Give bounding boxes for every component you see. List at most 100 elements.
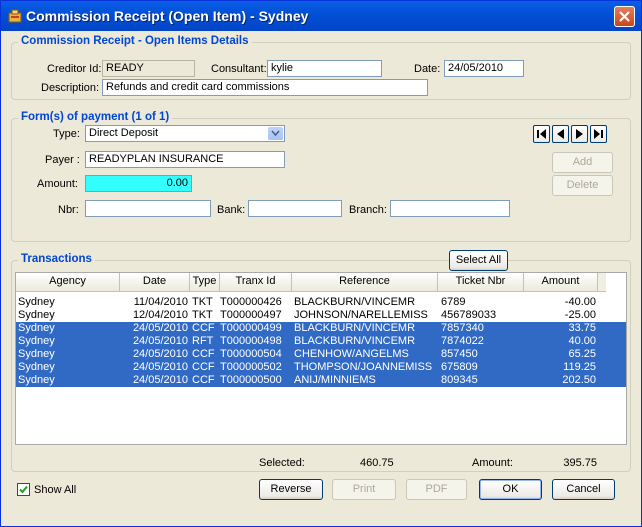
type-select[interactable]: Direct Deposit (85, 125, 285, 142)
cell-date: 24/05/2010 (132, 335, 188, 347)
table-row[interactable]: Sydney 24/05/2010 CCF T000000499 BLACKBURN/V… (16, 322, 626, 335)
amount-field[interactable]: 0.00 (85, 175, 192, 192)
amount-label: Amount: (37, 178, 78, 190)
cell-date: 24/05/2010 (132, 361, 188, 373)
print-button[interactable]: Print (332, 479, 396, 500)
previous-payment-button[interactable] (552, 125, 569, 143)
cell-ticket: 857450 (441, 348, 478, 360)
nbr-field[interactable] (85, 200, 211, 217)
cell-date: 11/04/2010 (133, 296, 188, 308)
next-icon (576, 129, 583, 139)
last-payment-button[interactable] (590, 125, 607, 143)
ok-button[interactable]: OK (479, 479, 542, 500)
cell-ticket: 7874022 (441, 335, 484, 347)
details-group-title: Commission Receipt - Open Items Details (18, 35, 252, 47)
payment-group-title: Form(s) of payment (1 of 1) (18, 111, 173, 123)
cell-reference: BLACKBURN/VINCEMR (294, 296, 416, 308)
amount-total-value: 395.75 (563, 457, 597, 469)
selected-total-value: 460.75 (360, 457, 394, 469)
delete-payment-button[interactable]: Delete (552, 175, 613, 196)
cell-reference: BLACKBURN/VINCEMR (294, 335, 416, 347)
cell-amount: 119.25 (563, 361, 596, 373)
show-all-checkbox[interactable] (17, 483, 30, 496)
cell-type: CCF (192, 348, 215, 360)
cell-tranx-id: T000000502 (220, 361, 282, 373)
close-button[interactable] (614, 6, 635, 27)
cell-amount: 65.25 (568, 348, 596, 360)
bank-field[interactable] (248, 200, 342, 217)
cancel-button[interactable]: Cancel (552, 479, 615, 500)
table-row[interactable]: Sydney 24/05/2010 CCF T000000504 CHENHOW/ANG… (16, 348, 626, 361)
cell-date: 24/05/2010 (132, 348, 188, 360)
description-label: Description: (41, 82, 100, 94)
transactions-group-title: Transactions (18, 253, 95, 265)
table-row[interactable]: Sydney 24/05/2010 RFT T000000498 BLACKBURN/V… (16, 335, 626, 348)
cell-type: TKT (192, 296, 213, 308)
type-select-value: Direct Deposit (89, 127, 159, 139)
payer-label: Payer : (45, 154, 80, 166)
reverse-button[interactable]: Reverse (259, 479, 323, 500)
table-row[interactable]: Sydney 11/04/2010 TKT T000000426 BLACKBURN/V… (16, 296, 626, 309)
previous-icon (557, 129, 564, 139)
cell-ticket: 7857340 (441, 322, 484, 334)
column-header-tranx-id[interactable]: Tranx Id (220, 273, 292, 291)
cell-type: CCF (192, 322, 215, 334)
cell-type: CCF (192, 361, 215, 373)
cell-ticket: 809345 (441, 374, 478, 386)
table-row[interactable]: Sydney 24/05/2010 CCF T000000502 THOMPSON/JO… (16, 361, 626, 374)
cell-amount: 202.50 (562, 374, 596, 386)
cell-reference: BLACKBURN/VINCEMR (294, 322, 416, 334)
cell-amount: -40.00 (564, 296, 596, 308)
branch-field[interactable] (390, 200, 510, 217)
cell-ticket: 456789033 (441, 309, 497, 321)
cell-date: 24/05/2010 (132, 374, 188, 386)
cell-date: 12/04/2010 (132, 309, 188, 321)
app-icon (8, 9, 22, 23)
cell-tranx-id: T000000499 (220, 322, 282, 334)
cell-agency: Sydney (18, 309, 55, 321)
chevron-down-icon (271, 130, 280, 137)
column-header-agency[interactable]: Agency (16, 273, 120, 291)
title-bar[interactable]: Commission Receipt (Open Item) - Sydney (1, 1, 641, 31)
last-icon (594, 129, 603, 139)
select-all-label: Select All (455, 254, 502, 266)
consultant-field[interactable]: kylie (267, 60, 382, 77)
date-label: Date: (414, 63, 441, 75)
column-header-ticket-nbr[interactable]: Ticket Nbr (438, 273, 524, 291)
table-row[interactable]: Sydney 12/04/2010 TKT T000000497 JOHNSON/NAR… (16, 309, 626, 322)
cell-tranx-id: T000000504 (220, 348, 282, 360)
cell-amount: 40.00 (568, 335, 596, 347)
select-all-button[interactable]: Select All (449, 250, 508, 271)
column-header-amount[interactable]: Amount (524, 273, 598, 291)
cell-reference: CHENHOW/ANGELMS (294, 348, 409, 360)
type-label: Type: (53, 128, 80, 140)
transactions-table[interactable]: Agency Date Type Tranx Id Reference Tick… (15, 272, 627, 445)
date-field[interactable]: 24/05/2010 (444, 60, 524, 77)
payer-field[interactable]: READYPLAN INSURANCE (85, 151, 285, 168)
description-field[interactable]: Refunds and credit card commissions (102, 79, 428, 96)
cell-agency: Sydney (18, 322, 55, 334)
column-header-reference[interactable]: Reference (292, 273, 438, 291)
next-payment-button[interactable] (571, 125, 588, 143)
cell-ticket: 6789 (441, 296, 466, 308)
cell-date: 24/05/2010 (132, 322, 188, 334)
first-payment-button[interactable] (533, 125, 550, 143)
cell-tranx-id: T000000426 (220, 296, 282, 308)
nbr-label: Nbr: (58, 204, 79, 216)
cell-reference: ANIJ/MINNIEMS (294, 374, 376, 386)
pdf-button[interactable]: PDF (406, 479, 467, 500)
cell-amount: -25.00 (564, 309, 596, 321)
cell-amount: 33.75 (568, 322, 596, 334)
show-all-label[interactable]: Show All (34, 484, 76, 496)
bank-label: Bank: (217, 204, 246, 216)
cell-agency: Sydney (18, 374, 55, 386)
add-payment-button[interactable]: Add (552, 152, 613, 173)
checkmark-icon (19, 485, 28, 494)
cell-agency: Sydney (18, 348, 55, 360)
commission-receipt-window: Commission Receipt (Open Item) - Sydney … (0, 0, 642, 527)
table-row[interactable]: Sydney 24/05/2010 CCF T000000500 ANIJ/MINNIE… (16, 374, 626, 387)
column-header-type[interactable]: Type (190, 273, 220, 291)
column-header-date[interactable]: Date (120, 273, 190, 291)
cell-agency: Sydney (18, 296, 55, 308)
cell-type: CCF (192, 374, 215, 386)
